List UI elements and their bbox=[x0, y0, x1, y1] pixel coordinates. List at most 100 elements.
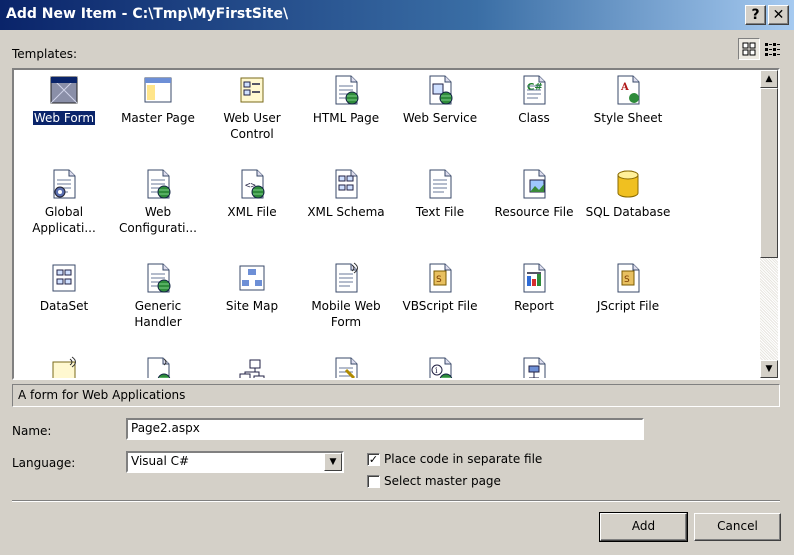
templates-label: Templates: bbox=[12, 47, 78, 61]
template-item[interactable]: Global Applicati... bbox=[16, 166, 112, 256]
xml-schema-icon bbox=[330, 168, 362, 200]
template-item[interactable] bbox=[298, 354, 394, 378]
template-item[interactable]: Master Page bbox=[110, 72, 206, 162]
template-item[interactable] bbox=[110, 354, 206, 378]
language-label: Language: bbox=[12, 456, 76, 470]
language-value: Visual C# bbox=[131, 454, 190, 468]
template-item[interactable]: SQL Database bbox=[580, 166, 676, 256]
add-button[interactable]: Add bbox=[599, 512, 688, 542]
template-item-label: DataSet bbox=[39, 299, 89, 313]
template-item-label: Report bbox=[514, 299, 554, 313]
dataset-icon bbox=[48, 262, 80, 294]
web-service-icon bbox=[424, 74, 456, 106]
svg-text:S: S bbox=[436, 275, 442, 285]
template-item[interactable]: C# Class bbox=[486, 72, 582, 162]
templates-scrollbar[interactable]: ▲ ▼ bbox=[760, 70, 778, 378]
template-item[interactable]: Mobile Web Form bbox=[298, 260, 394, 350]
window-title: Add New Item - C:\Tmp\MyFirstSite\ bbox=[6, 6, 289, 22]
template-item[interactable]: Web Service bbox=[392, 72, 488, 162]
browser-file-icon: i bbox=[424, 356, 456, 378]
template-item[interactable]: S JScript File bbox=[580, 260, 676, 350]
jscript-file-icon: S bbox=[612, 262, 644, 294]
template-item[interactable]: Web Form bbox=[16, 72, 112, 162]
template-item-label: Generic Handler bbox=[134, 299, 182, 329]
template-item[interactable]: Resource File bbox=[486, 166, 582, 256]
large-icons-view-button[interactable] bbox=[738, 38, 760, 60]
master-page-checkbox[interactable] bbox=[367, 475, 380, 488]
template-item-label: XML File bbox=[227, 205, 277, 219]
template-item-label: Web Service bbox=[402, 111, 478, 125]
xml-file-icon: <> bbox=[236, 168, 268, 200]
text-file-icon bbox=[424, 168, 456, 200]
generic-handler-icon bbox=[142, 262, 174, 294]
template-item-label: Resource File bbox=[494, 205, 574, 219]
template-item-label: Text File bbox=[415, 205, 465, 219]
small-icons-icon bbox=[765, 43, 780, 56]
template-item[interactable]: A Style Sheet bbox=[580, 72, 676, 162]
html-page-icon bbox=[330, 74, 362, 106]
template-item[interactable]: Text File bbox=[392, 166, 488, 256]
mobile-web-user-control-icon bbox=[48, 356, 80, 378]
separate-file-checkbox[interactable]: ✓ bbox=[367, 453, 380, 466]
templates-list[interactable]: Web Form Master Page Web User Control HTML … bbox=[12, 68, 780, 380]
svg-text:A: A bbox=[620, 82, 629, 93]
cancel-button[interactable]: Cancel bbox=[694, 513, 781, 541]
web-user-control-icon bbox=[236, 74, 268, 106]
template-item[interactable]: Site Map bbox=[204, 260, 300, 350]
mobile-web-configuration-icon bbox=[142, 356, 174, 378]
scroll-thumb[interactable] bbox=[760, 88, 778, 258]
sql-database-icon bbox=[612, 168, 644, 200]
template-item[interactable]: HTML Page bbox=[298, 72, 394, 162]
template-description: A form for Web Applications bbox=[12, 384, 780, 407]
name-input[interactable]: Page2.aspx bbox=[126, 418, 644, 440]
template-item[interactable]: S VBScript File bbox=[392, 260, 488, 350]
web-form-icon bbox=[48, 74, 80, 106]
svg-text:S: S bbox=[624, 275, 630, 285]
language-select[interactable]: Visual C# ▼ bbox=[126, 451, 344, 473]
close-button[interactable]: ✕ bbox=[768, 5, 789, 25]
template-item-label: SQL Database bbox=[585, 205, 671, 219]
template-item-label: VBScript File bbox=[402, 299, 478, 313]
template-item[interactable]: Report bbox=[486, 260, 582, 350]
chevron-down-icon[interactable]: ▼ bbox=[324, 453, 342, 471]
title-bar: Add New Item - C:\Tmp\MyFirstSite\ ? ✕ bbox=[0, 0, 794, 30]
template-item[interactable]: XML Schema bbox=[298, 166, 394, 256]
template-item[interactable]: i bbox=[392, 354, 488, 378]
svg-text:C#: C# bbox=[527, 82, 543, 93]
name-label: Name: bbox=[12, 424, 52, 438]
mobile-web-form-icon bbox=[330, 262, 362, 294]
template-item-label: XML Schema bbox=[307, 205, 385, 219]
resource-file-icon bbox=[518, 168, 550, 200]
small-icons-view-button[interactable] bbox=[761, 38, 783, 60]
skin-file-icon bbox=[330, 356, 362, 378]
template-item-label: Web User Control bbox=[223, 111, 281, 141]
template-item[interactable] bbox=[204, 354, 300, 378]
template-item-label: Global Applicati... bbox=[32, 205, 96, 235]
template-item[interactable]: Generic Handler bbox=[110, 260, 206, 350]
scroll-up-button[interactable]: ▲ bbox=[760, 70, 778, 88]
site-map-icon bbox=[236, 262, 268, 294]
template-item[interactable]: <> XML File bbox=[204, 166, 300, 256]
template-item-label: HTML Page bbox=[312, 111, 380, 125]
templates-grid: Web Form Master Page Web User Control HTML … bbox=[14, 70, 760, 378]
master-page-label: Select master page bbox=[384, 474, 501, 488]
template-item[interactable]: Web User Control bbox=[204, 72, 300, 162]
template-item-label: Master Page bbox=[121, 111, 195, 125]
template-item[interactable] bbox=[486, 354, 582, 378]
help-button[interactable]: ? bbox=[745, 5, 766, 25]
scroll-down-button[interactable]: ▼ bbox=[760, 360, 778, 378]
class-diagram-icon bbox=[236, 356, 268, 378]
large-icons-icon bbox=[742, 42, 756, 56]
template-item[interactable]: DataSet bbox=[16, 260, 112, 350]
template-item-label: Style Sheet bbox=[593, 111, 663, 125]
template-item[interactable]: Web Configurati... bbox=[110, 166, 206, 256]
template-item-label: Web Form bbox=[31, 110, 97, 126]
vbscript-file-icon: S bbox=[424, 262, 456, 294]
report-icon bbox=[518, 262, 550, 294]
template-item[interactable] bbox=[16, 354, 112, 378]
template-item-label: Class bbox=[518, 111, 550, 125]
template-item-label: Site Map bbox=[225, 299, 279, 313]
separator bbox=[12, 500, 780, 502]
class-icon: C# bbox=[518, 74, 550, 106]
separate-file-label: Place code in separate file bbox=[384, 452, 543, 466]
